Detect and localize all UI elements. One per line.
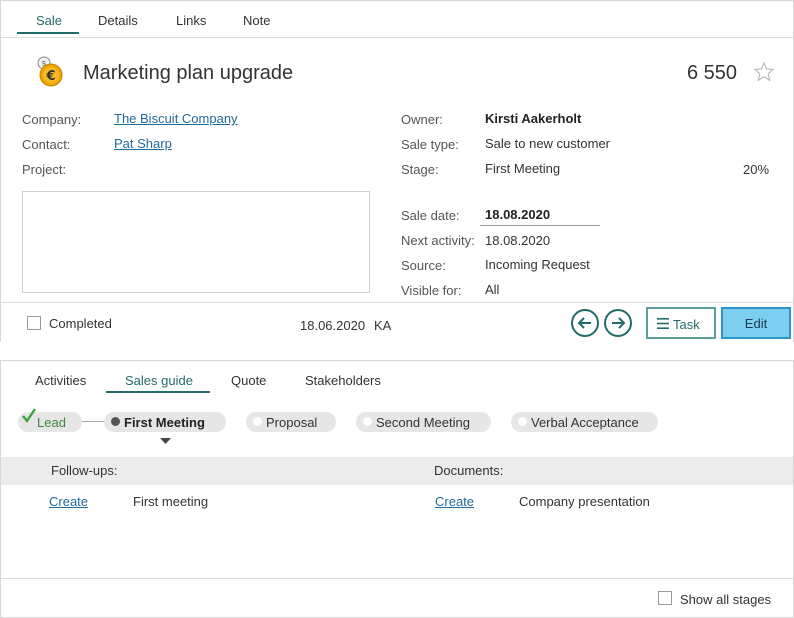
source-value: Incoming Request (485, 257, 590, 272)
document-item: Company presentation (519, 494, 650, 509)
visible-for-label: Visible for: (401, 283, 462, 298)
stage-label: Stage: (401, 162, 439, 177)
next-activity-label: Next activity: (401, 233, 475, 248)
registered-by: KA (374, 318, 392, 333)
tab-note[interactable]: Note (243, 13, 270, 28)
task-button-label: Task (673, 317, 700, 332)
owner-label: Owner: (401, 112, 443, 127)
tab-activities[interactable]: Activities (35, 373, 86, 388)
svg-text:€: € (45, 69, 55, 84)
registered-date: 18.06.2020 (300, 318, 366, 333)
documents-label: Documents: (434, 463, 504, 478)
guide-panel (0, 360, 794, 618)
stage-dot (253, 417, 262, 426)
sale-type-label: Sale type: (401, 137, 459, 152)
active-bottom-tab-indicator (106, 391, 210, 393)
tab-sale[interactable]: Sale (36, 13, 62, 28)
active-tab-indicator (17, 32, 79, 34)
edit-button[interactable]: Edit (721, 307, 791, 339)
guide-footer-divider (1, 578, 793, 579)
stage-dot-active (111, 417, 120, 426)
previous-arrow-icon[interactable] (571, 309, 599, 337)
contact-link[interactable]: Pat Sharp (114, 136, 172, 151)
next-activity-value: 18.08.2020 (485, 233, 551, 248)
followup-create-link[interactable]: Create (49, 494, 88, 509)
stage-second-meeting[interactable]: Second Meeting (356, 412, 491, 432)
stage-verbal-acceptance[interactable]: Verbal Acceptance (511, 412, 658, 432)
sale-type-value: Sale to new customer (485, 136, 611, 151)
sale-amount: 6 550 (686, 62, 737, 84)
tab-links[interactable]: Links (176, 13, 206, 28)
visible-for-value: All (485, 282, 500, 297)
stage-value: First Meeting (485, 161, 561, 176)
document-create-link[interactable]: Create (435, 494, 474, 509)
sale-title: Marketing plan upgrade (83, 62, 294, 84)
show-all-stages-label: Show all stages (680, 592, 772, 607)
completed-label: Completed (49, 316, 112, 331)
guide-header (1, 457, 793, 485)
sale-card: Sale Details Links Note $ € Marketing pl… (0, 0, 794, 618)
description-box[interactable] (22, 191, 370, 293)
tab-quote[interactable]: Quote (231, 373, 266, 388)
next-arrow-icon[interactable] (604, 309, 632, 337)
checkmark-icon (22, 408, 36, 424)
stage-lead[interactable]: Lead (18, 408, 82, 432)
owner-value: Kirsti Aakerholt (485, 111, 582, 126)
source-label: Source: (401, 258, 446, 273)
current-stage-caret-icon (160, 438, 171, 444)
list-icon (657, 318, 669, 329)
completed-checkbox[interactable] (27, 316, 41, 330)
followup-item: First meeting (133, 494, 209, 509)
show-all-stages-checkbox[interactable] (658, 591, 672, 605)
project-label: Project: (22, 162, 67, 177)
task-button[interactable]: Task (646, 307, 716, 339)
company-link[interactable]: The Biscuit Company (114, 111, 238, 126)
stage-dot (363, 417, 372, 426)
edit-button-label: Edit (744, 315, 768, 331)
stage-proposal[interactable]: Proposal (246, 412, 336, 432)
followups-label: Follow-ups: (51, 463, 118, 478)
sale-date-value[interactable]: 18.08.2020 (485, 207, 550, 222)
sale-panel: Sale Details Links Note $ € Marketing pl… (0, 0, 794, 342)
tab-stakeholders[interactable]: Stakeholders (305, 373, 381, 388)
company-label: Company: (22, 112, 82, 127)
contact-label: Contact: (22, 137, 71, 152)
sale-tabs: Sale Details Links Note (1, 1, 793, 38)
tab-details[interactable]: Details (98, 13, 138, 28)
sale-date-label: Sale date: (401, 208, 460, 223)
money-bag-euro-icon: $ € (37, 56, 63, 87)
stage-dot (518, 417, 527, 426)
stage-first-meeting[interactable]: First Meeting (104, 412, 226, 432)
stage-connector (82, 421, 106, 422)
sale-date-underline (480, 225, 600, 226)
stage-percent: 20% (743, 162, 770, 177)
tab-sales-guide[interactable]: Sales guide (125, 373, 193, 388)
favorite-star-icon[interactable] (753, 61, 775, 83)
